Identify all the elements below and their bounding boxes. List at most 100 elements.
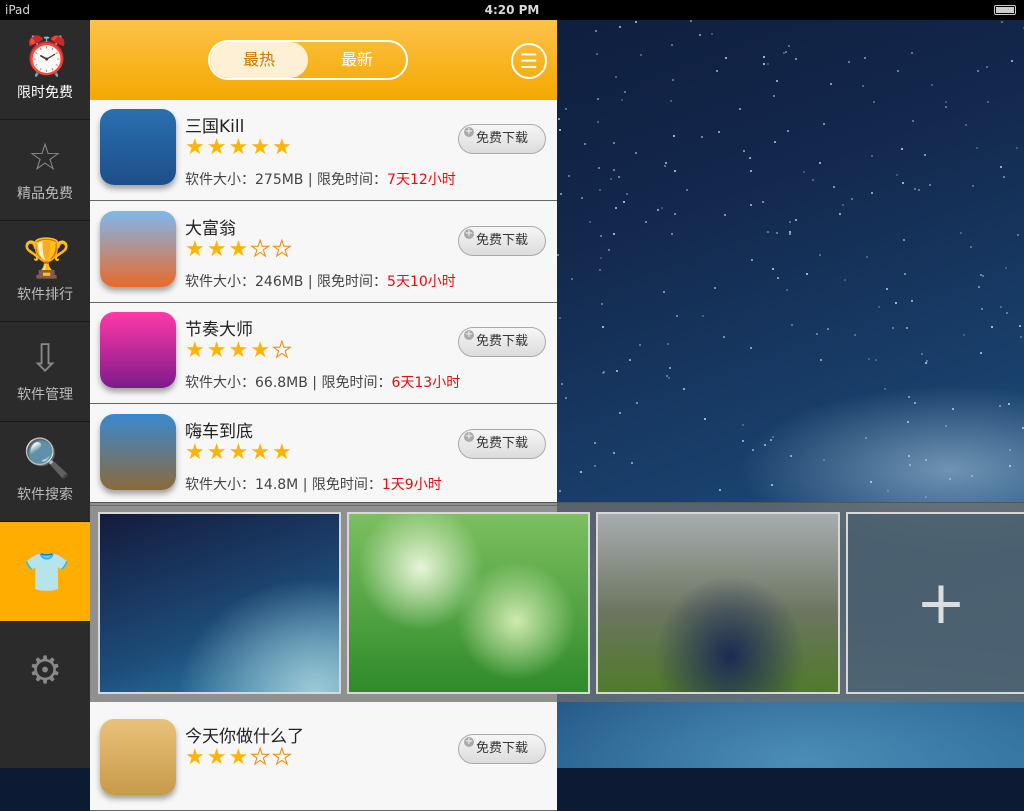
star-dot (910, 52, 913, 54)
star-dot (841, 204, 844, 207)
star-dot (1005, 266, 1008, 269)
app-list-item[interactable]: 大富翁 ★★★★★ 软件大小：246MB | 限免时间：5天10小时 免费下载 (90, 202, 557, 303)
app-icon[interactable] (100, 719, 176, 795)
star-dot (885, 288, 888, 291)
star-dot (901, 148, 904, 151)
add-wallpaper-button[interactable]: + (846, 512, 1024, 694)
star-dot (560, 192, 563, 195)
star-dot (560, 383, 563, 386)
star-dot (673, 169, 676, 172)
star-dot (786, 130, 789, 133)
app-list-item[interactable]: 嗨车到底 ★★★★★ 软件大小：14.8M | 限免时间：1天9小时 免费下载 (90, 405, 557, 506)
app-list-item[interactable]: 三国Kill ★★★★★ 软件大小：275MB | 限免时间：7天12小时 免费… (90, 100, 557, 201)
sidebar-item-limited-free[interactable]: ⏰ 限时免费 (0, 20, 90, 120)
app-name: 大富翁 (185, 219, 236, 239)
star-empty-icon: ★ (250, 237, 272, 263)
app-name: 嗨车到底 (185, 422, 253, 442)
star-dot (832, 185, 835, 188)
star-dot (742, 439, 745, 442)
app-icon[interactable] (100, 414, 176, 490)
star-dot (742, 423, 745, 426)
wallpaper-thumb-green-bokeh[interactable] (347, 512, 590, 694)
star-dot (568, 175, 571, 178)
sidebar-item-search[interactable]: 🔍 软件搜索 (0, 422, 90, 522)
star-dot (638, 343, 641, 346)
star-dot (674, 212, 677, 215)
star-dot (764, 443, 767, 446)
star-dot (789, 232, 792, 235)
app-list-item[interactable]: 今天你做什么了 ★★★★★ 免费下载 (90, 710, 557, 811)
free-download-button[interactable]: 免费下载 (458, 124, 546, 154)
star-dot (913, 188, 916, 191)
free-download-button[interactable]: 免费下载 (458, 226, 546, 256)
sidebar-item-manage[interactable]: ⇩ 软件管理 (0, 322, 90, 422)
star-dot (925, 362, 928, 365)
star-dot (762, 56, 765, 59)
tab-newest[interactable]: 最新 (308, 42, 406, 78)
star-dot (975, 146, 978, 149)
free-time-remaining: 1天9小时 (381, 477, 442, 493)
star-dot (1011, 59, 1014, 62)
sidebar-item-ranking[interactable]: 🏆 软件排行 (0, 222, 90, 322)
app-meta: 软件大小：275MB | 限免时间：7天12小时 (185, 172, 456, 188)
star-dot (867, 358, 870, 361)
download-box-icon: ⇩ (29, 336, 61, 380)
menu-button[interactable]: ☰ (511, 43, 547, 79)
sidebar-item-featured-free[interactable]: ☆ 精品免费 (0, 121, 90, 221)
star-dot (599, 269, 602, 272)
star-dot (711, 33, 714, 36)
sidebar-item-themes[interactable]: 👕 (0, 522, 90, 622)
star-dot (1021, 427, 1024, 430)
star-dot (738, 108, 741, 111)
star-dot (838, 212, 841, 215)
star-dot (635, 152, 638, 155)
star-dot (787, 44, 790, 47)
star-dot (749, 169, 752, 172)
tab-hottest[interactable]: 最热 (210, 42, 308, 78)
star-dot (865, 437, 868, 440)
star-dot (1009, 464, 1012, 467)
app-name: 三国Kill (185, 117, 245, 137)
star-dot (785, 50, 788, 53)
star-dot (670, 232, 673, 235)
rating-stars: ★★★★★ (185, 745, 294, 771)
star-dot (870, 191, 873, 194)
star-dot (724, 57, 727, 60)
star-dot (907, 395, 910, 398)
app-meta: 软件大小：14.8M | 限免时间：1天9小时 (185, 477, 442, 493)
app-icon[interactable] (100, 312, 176, 388)
star-dot (580, 470, 583, 473)
app-icon[interactable] (100, 211, 176, 287)
free-download-button[interactable]: 免费下载 (458, 327, 546, 357)
wallpaper-thumb-water-pour[interactable] (596, 512, 840, 694)
star-dot (609, 177, 612, 180)
wallpaper-thumb-starry-sky[interactable] (98, 512, 341, 694)
star-dot (782, 51, 785, 54)
star-dot (662, 291, 665, 294)
star-dot (599, 234, 602, 237)
star-filled-icon: ★ (228, 237, 251, 262)
star-dot (750, 204, 753, 207)
star-dot (670, 99, 673, 102)
sidebar-item-settings[interactable]: ⚙ (0, 622, 90, 768)
star-dot (613, 451, 616, 454)
star-dot (774, 140, 777, 143)
star-dot (816, 333, 819, 336)
star-dot (771, 267, 774, 270)
search-icon: 🔍 (23, 436, 71, 480)
star-dot (827, 328, 830, 331)
app-icon[interactable] (100, 109, 176, 185)
star-dot (613, 233, 616, 236)
star-dot (689, 20, 692, 22)
sidebar: ⏰ 限时免费 ☆ 精品免费 🏆 软件排行 ⇩ 软件管理 🔍 软件搜索 👕 ⚙ (0, 20, 90, 768)
free-download-button[interactable]: 免费下载 (458, 734, 546, 764)
star-dot (822, 123, 825, 126)
star-empty-icon: ★ (271, 237, 294, 263)
star-filled-icon: ★ (250, 338, 272, 363)
free-download-button[interactable]: 免费下载 (458, 429, 546, 459)
app-list-item[interactable]: 节奏大师 ★★★★★ 软件大小：66.8MB | 限免时间：6天13小时 免费下… (90, 303, 557, 404)
star-filled-icon: ★ (185, 135, 207, 160)
star-dot (713, 287, 716, 290)
star-dot (558, 317, 561, 320)
star-dot (944, 424, 947, 427)
